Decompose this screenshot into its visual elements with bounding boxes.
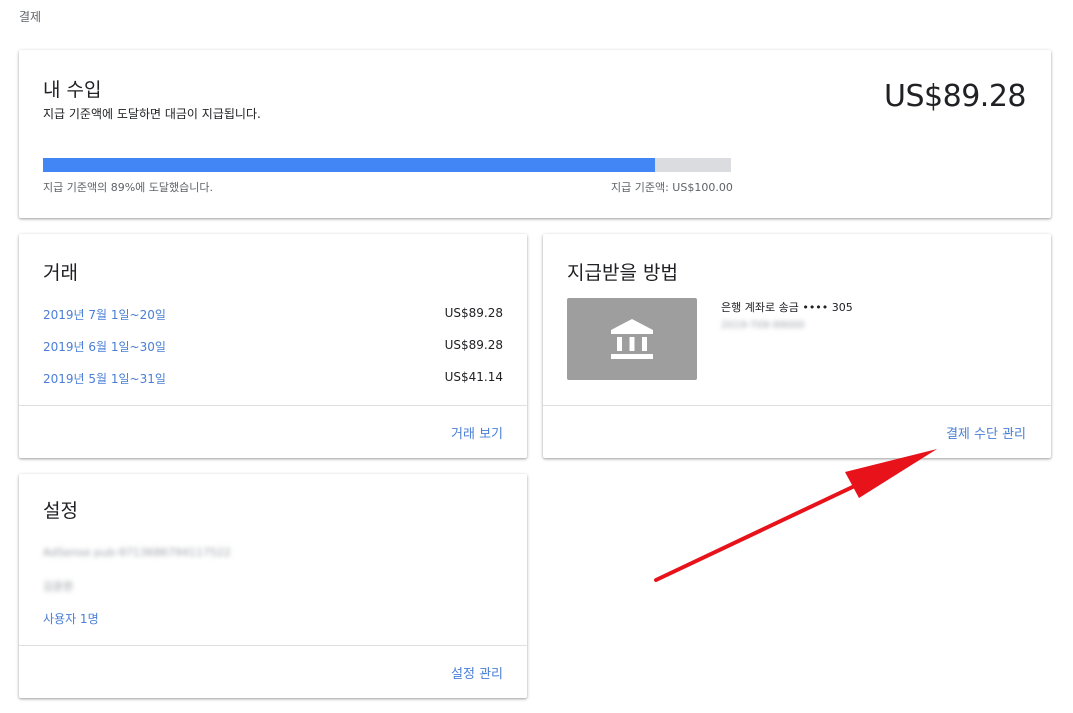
transaction-period-link[interactable]: 2019년 7월 1일~20일 xyxy=(43,306,166,323)
progress-fill xyxy=(43,158,656,172)
payments-page: 결제 내 수입 지급 기준액에 도달하면 대금이 지급됩니다. US$89.28… xyxy=(0,0,1073,713)
earnings-amount: US$89.28 xyxy=(884,79,1026,114)
threshold-text: 지급 기준액: US$100.00 xyxy=(611,181,733,194)
manage-payment-methods-link[interactable]: 결제 수단 관리 xyxy=(946,423,1026,442)
settings-title: 설정 xyxy=(43,500,78,522)
breadcrumb: 결제 xyxy=(19,10,42,24)
transactions-title: 거래 xyxy=(43,262,78,284)
bank-account-label: 은행 계좌로 송금 •••• 305 xyxy=(721,301,853,314)
manage-settings-link[interactable]: 설정 관리 xyxy=(451,663,503,682)
payment-method-title: 지급받을 방법 xyxy=(567,262,678,284)
card-divider xyxy=(19,645,527,646)
card-divider xyxy=(19,405,527,406)
view-transactions-link[interactable]: 거래 보기 xyxy=(451,423,503,442)
account-owner-name: 김윤환 xyxy=(43,580,74,593)
users-link[interactable]: 사용자 1명 xyxy=(43,610,99,627)
payment-threshold-progress xyxy=(43,158,731,172)
transaction-row: 2019년 5월 1일~31일 US$41.14 xyxy=(43,370,503,387)
publisher-id: AdSense pub-9713686794117522 xyxy=(43,546,231,559)
bank-account-detail: 2019-709-99000 xyxy=(721,320,805,331)
bank-icon xyxy=(611,319,653,359)
arrow-shaft xyxy=(654,472,882,582)
transaction-period-link[interactable]: 2019년 6월 1일~30일 xyxy=(43,338,166,355)
earnings-title: 내 수입 xyxy=(43,79,102,101)
transaction-row: 2019년 7월 1일~20일 US$89.28 xyxy=(43,306,503,323)
card-divider xyxy=(543,405,1051,406)
earnings-card: 내 수입 지급 기준액에 도달하면 대금이 지급됩니다. US$89.28 지급… xyxy=(19,50,1051,218)
transaction-amount: US$41.14 xyxy=(444,370,503,384)
payment-method-card: 지급받을 방법 은행 계좌로 송금 •••• 305 2019-709-9900… xyxy=(543,234,1051,458)
earnings-subtitle: 지급 기준액에 도달하면 대금이 지급됩니다. xyxy=(43,107,261,121)
bank-tile xyxy=(567,298,697,380)
progress-text: 지급 기준액의 89%에 도달했습니다. xyxy=(43,181,213,194)
settings-card: 설정 AdSense pub-9713686794117522 김윤환 사용자 … xyxy=(19,474,527,698)
transaction-amount: US$89.28 xyxy=(444,306,503,320)
transaction-row: 2019년 6월 1일~30일 US$89.28 xyxy=(43,338,503,355)
transactions-card: 거래 2019년 7월 1일~20일 US$89.28 2019년 6월 1일~… xyxy=(19,234,527,458)
transaction-amount: US$89.28 xyxy=(444,338,503,352)
transaction-period-link[interactable]: 2019년 5월 1일~31일 xyxy=(43,370,166,387)
